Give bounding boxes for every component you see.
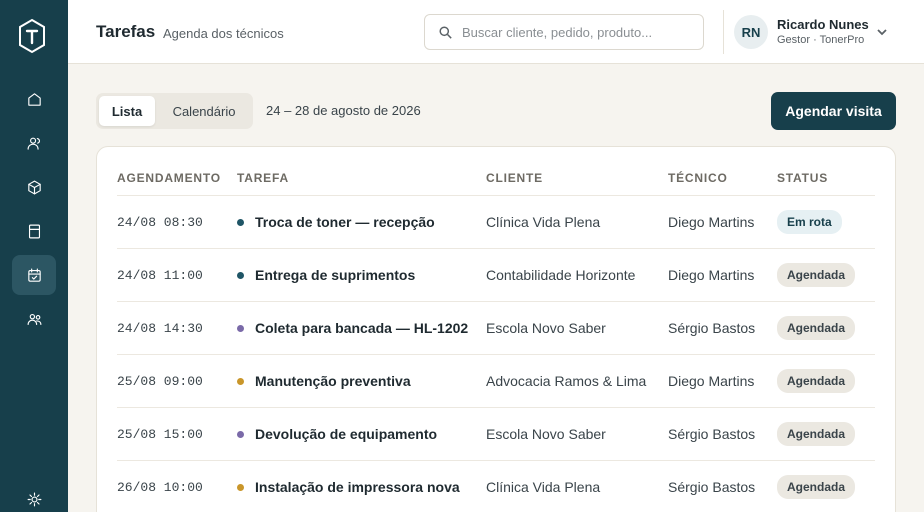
- status-badge: Agendada: [777, 369, 856, 393]
- box-icon: [27, 180, 41, 194]
- sidebar-item-tasks[interactable]: [12, 255, 56, 295]
- client-cell: Clínica Vida Plena: [486, 479, 601, 495]
- status-cell: Agendada: [777, 461, 856, 512]
- home-icon: [27, 92, 41, 106]
- column-header-schedule[interactable]: AGENDAMENTO: [117, 171, 221, 185]
- category-dot: [237, 218, 244, 226]
- table-row[interactable]: 24/08 11:00 Entrega de suprimentos Contabi…: [117, 249, 875, 302]
- table-row[interactable]: 24/08 14:30 Coleta para bancada — HL-1202…: [117, 302, 875, 355]
- category-dot: [237, 271, 244, 279]
- user-name[interactable]: Ricardo Nunes: [777, 17, 869, 32]
- sidebar-item-orders[interactable]: [12, 211, 56, 251]
- tab-lista[interactable]: Lista: [99, 96, 155, 126]
- sidebar-item-team[interactable]: [12, 299, 56, 339]
- task-title: Instalação de impressora nova: [255, 479, 460, 495]
- task-cell[interactable]: Troca de toner — recepção: [237, 196, 435, 248]
- status-cell: Agendada: [777, 355, 856, 407]
- task-cell[interactable]: Manutenção preventiva: [237, 355, 411, 407]
- header-divider: [723, 10, 724, 54]
- search-box: [424, 14, 704, 50]
- client-cell: Escola Novo Saber: [486, 426, 606, 442]
- category-dot: [237, 430, 244, 438]
- technician-cell: Sérgio Bastos: [668, 479, 756, 495]
- status-cell: Em rota: [777, 196, 842, 248]
- table-row[interactable]: 25/08 15:00 Devolução de equipamento Escol…: [117, 408, 875, 461]
- orders-icon: [28, 224, 40, 238]
- table-row[interactable]: 24/08 08:30 Troca de toner — recepção Clín…: [117, 196, 875, 249]
- calendar-icon: [27, 268, 41, 282]
- column-header-task[interactable]: TAREFA: [237, 171, 289, 185]
- schedule-cell: 26/08 10:00: [117, 479, 203, 495]
- sidebar-item-products[interactable]: [12, 167, 56, 207]
- status-cell: Agendada: [777, 302, 856, 354]
- sidebar-item-home[interactable]: [12, 79, 56, 119]
- page-title: Tarefas: [96, 22, 156, 41]
- chevron-down-icon[interactable]: [876, 26, 888, 38]
- category-dot: [237, 483, 244, 491]
- settings-icon: [27, 492, 41, 506]
- task-cell[interactable]: Coleta para bancada — HL-1202: [237, 302, 468, 354]
- tab-calendario[interactable]: Calendário: [160, 96, 248, 126]
- column-header-technician[interactable]: TÉCNICO: [668, 171, 728, 185]
- task-title: Troca de toner — recepção: [255, 214, 435, 230]
- schedule-cell: 24/08 11:00: [117, 267, 203, 283]
- technician-cell: Diego Martins: [668, 214, 755, 230]
- task-title: Manutenção preventiva: [255, 373, 411, 389]
- technician-cell: Sérgio Bastos: [668, 320, 756, 336]
- client-cell: Contabilidade Horizonte: [486, 267, 636, 283]
- status-badge: Agendada: [777, 263, 856, 287]
- top-header: Tarefas Agenda dos técnicos RN Ricardo N…: [68, 0, 924, 64]
- task-title: Entrega de suprimentos: [255, 267, 416, 283]
- task-cell[interactable]: Devolução de equipamento: [237, 408, 437, 460]
- schedule-cell: 24/08 14:30: [117, 320, 203, 336]
- task-cell[interactable]: Entrega de suprimentos: [237, 249, 415, 301]
- task-title: Devolução de equipamento: [255, 426, 438, 442]
- logo-icon: [19, 18, 45, 54]
- task-cell[interactable]: Instalação de impressora nova: [237, 461, 460, 512]
- search-input[interactable]: [462, 15, 697, 49]
- client-cell: Clínica Vida Plena: [486, 214, 601, 230]
- sidebar-item-clients[interactable]: [12, 123, 56, 163]
- schedule-cell: 24/08 08:30: [117, 214, 203, 230]
- sidebar: [0, 0, 68, 512]
- page-subtitle: Agenda dos técnicos: [163, 26, 284, 41]
- status-cell: Agendada: [777, 249, 856, 301]
- view-toggle: Lista Calendário: [96, 93, 253, 129]
- status-badge: Em rota: [777, 210, 842, 234]
- team-icon: [27, 313, 41, 325]
- schedule-cell: 25/08 15:00: [117, 426, 203, 442]
- user-avatar[interactable]: RN: [734, 15, 768, 49]
- client-cell: Escola Novo Saber: [486, 320, 606, 336]
- tasks-table: AGENDAMENTO TAREFA CLIENTE TÉCNICO STATU…: [96, 146, 896, 512]
- clients-icon: [27, 137, 40, 150]
- date-range: 24 – 28 de agosto de 2026: [266, 103, 421, 118]
- category-dot: [237, 324, 244, 332]
- status-badge: Agendada: [777, 422, 856, 446]
- task-title: Coleta para bancada — HL-1202: [255, 320, 469, 336]
- schedule-visit-button[interactable]: Agendar visita: [771, 92, 896, 130]
- status-cell: Agendada: [777, 408, 856, 460]
- technician-cell: Diego Martins: [668, 373, 755, 389]
- status-badge: Agendada: [777, 475, 856, 499]
- column-header-status[interactable]: STATUS: [777, 171, 828, 185]
- user-role: Gestor · TonerPro: [777, 34, 865, 46]
- table-row[interactable]: 25/08 09:00 Manutenção preventiva Advocaci…: [117, 355, 875, 408]
- search-icon: [439, 26, 452, 39]
- technician-cell: Sérgio Bastos: [668, 426, 756, 442]
- category-dot: [237, 377, 244, 385]
- technician-cell: Diego Martins: [668, 267, 755, 283]
- sidebar-item-settings[interactable]: [12, 479, 56, 512]
- table-row[interactable]: 26/08 10:00 Instalação de impressora nova…: [117, 461, 875, 512]
- schedule-cell: 25/08 09:00: [117, 373, 203, 389]
- status-badge: Agendada: [777, 316, 856, 340]
- client-cell: Advocacia Ramos & Lima: [486, 373, 647, 389]
- column-header-client[interactable]: CLIENTE: [486, 171, 543, 185]
